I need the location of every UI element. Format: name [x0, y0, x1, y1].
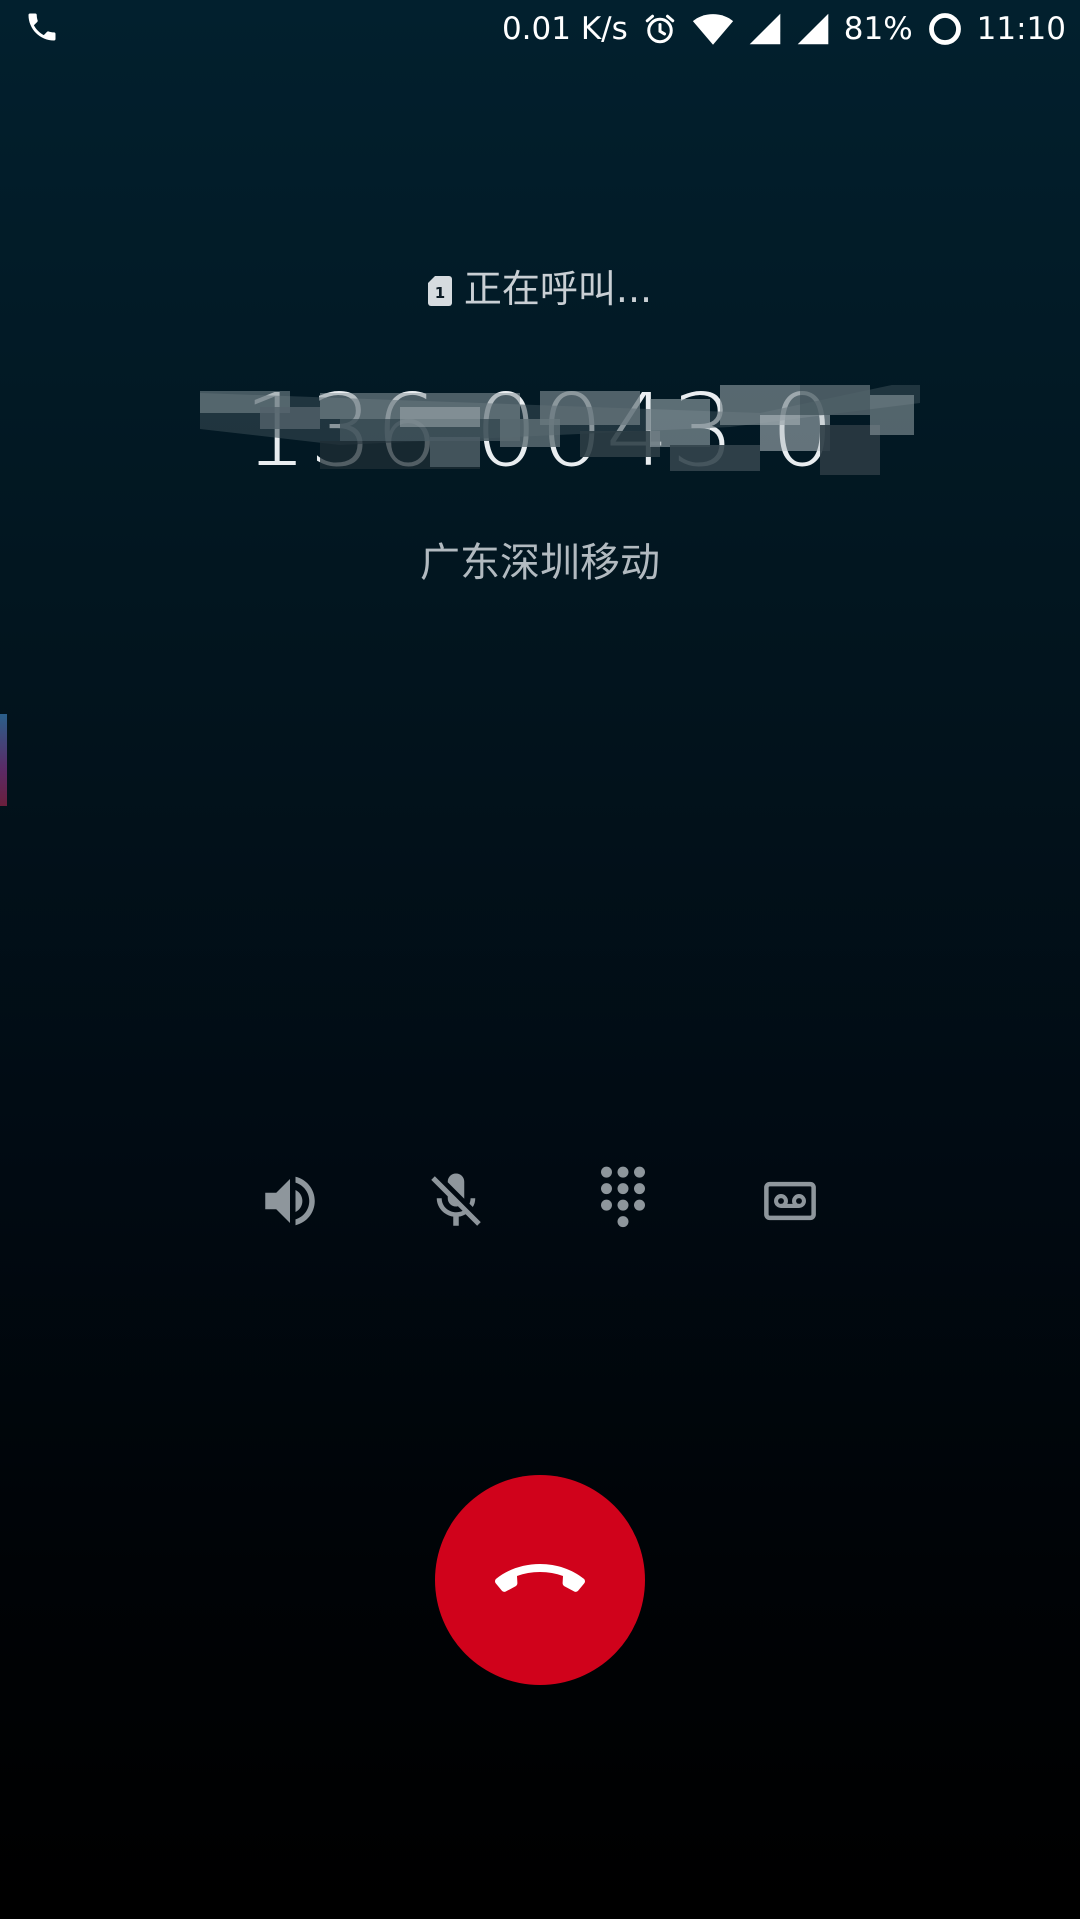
calling-status: 1 正在呼叫...: [0, 258, 1080, 313]
call-status-text: 正在呼叫...: [464, 258, 652, 313]
net-speed: 0.01 K/s: [502, 11, 628, 47]
svg-text:1: 1: [435, 284, 445, 302]
phone-number-area: 136 0043 0: [0, 370, 1080, 490]
voicemail-icon: [763, 1180, 817, 1226]
status-indicators: 0.01 K/s 81%: [502, 0, 1066, 58]
phone-icon: [24, 9, 64, 49]
edge-accent: [0, 714, 7, 806]
signal-icon: [748, 12, 782, 46]
caller-location: 广东深圳移动: [0, 530, 1080, 588]
signal-icon: [796, 12, 830, 46]
keypad-button[interactable]: [580, 1160, 666, 1246]
mic-off-icon: [423, 1168, 489, 1238]
alarm-icon: [642, 11, 678, 47]
battery-percent: 81%: [844, 11, 913, 47]
speaker-button[interactable]: [247, 1160, 333, 1246]
phone-number: 136 0043 0: [244, 372, 837, 489]
record-button[interactable]: [747, 1160, 833, 1246]
speaker-icon: [257, 1168, 323, 1238]
sim-card-icon: 1: [428, 271, 452, 301]
end-call-button[interactable]: [435, 1475, 645, 1685]
call-controls: [0, 1160, 1080, 1246]
hangup-icon: [490, 1556, 590, 1604]
mute-button[interactable]: [413, 1160, 499, 1246]
status-bar: 0.01 K/s 81%: [0, 0, 1080, 58]
dialpad-icon: [590, 1165, 656, 1241]
battery-ring-icon: [927, 11, 963, 47]
clock: 11:10: [977, 11, 1066, 47]
wifi-icon: [692, 11, 734, 47]
